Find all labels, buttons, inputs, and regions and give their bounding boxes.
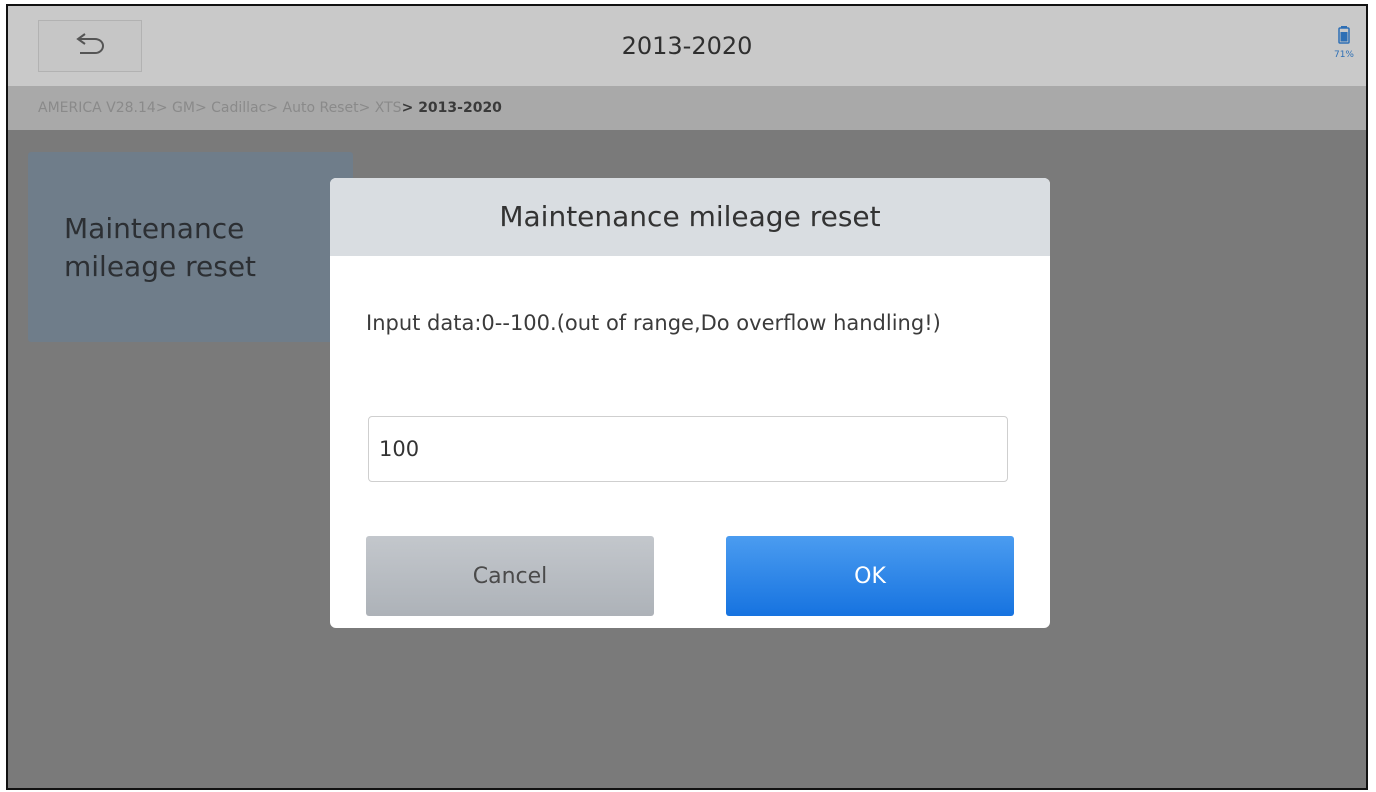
breadcrumb-item[interactable]: Auto Reset xyxy=(283,100,359,116)
breadcrumb-separator: > xyxy=(358,100,375,116)
breadcrumb-current: 2013-2020 xyxy=(418,100,502,116)
cancel-button[interactable]: Cancel xyxy=(366,536,654,616)
dialog-title: Maintenance mileage reset xyxy=(330,178,1050,256)
page-title: 2013-2020 xyxy=(621,32,753,60)
ok-button[interactable]: OK xyxy=(726,536,1014,616)
maintenance-mileage-reset-tile[interactable]: Maintenance mileage reset xyxy=(28,152,353,342)
top-bar: 2013-2020 71% xyxy=(8,6,1366,86)
breadcrumb: AMERICA V28.14> GM> Cadillac> Auto Reset… xyxy=(8,86,1366,130)
breadcrumb-separator: > xyxy=(194,100,212,116)
breadcrumb-separator: > xyxy=(266,100,283,116)
mileage-reset-dialog: Maintenance mileage reset Input data:0--… xyxy=(330,178,1050,628)
breadcrumb-item[interactable]: GM xyxy=(172,100,195,116)
tile-label: Maintenance mileage reset xyxy=(64,212,257,283)
breadcrumb-item[interactable]: AMERICA V28.14 xyxy=(38,100,156,116)
app-window: 2013-2020 71% AMERICA V28.14> GM> Cadill… xyxy=(6,4,1368,790)
dialog-message: Input data:0--100.(out of range,Do overf… xyxy=(366,311,941,335)
mileage-input[interactable] xyxy=(368,416,1008,482)
breadcrumb-separator: > xyxy=(155,100,173,116)
battery-indicator: 71% xyxy=(1330,26,1358,66)
battery-percent: 71% xyxy=(1333,50,1354,60)
breadcrumb-item[interactable]: Cadillac xyxy=(211,100,266,116)
breadcrumb-current-separator: > xyxy=(401,100,419,116)
battery-icon xyxy=(1338,26,1350,48)
breadcrumb-item[interactable]: XTS xyxy=(375,100,402,116)
